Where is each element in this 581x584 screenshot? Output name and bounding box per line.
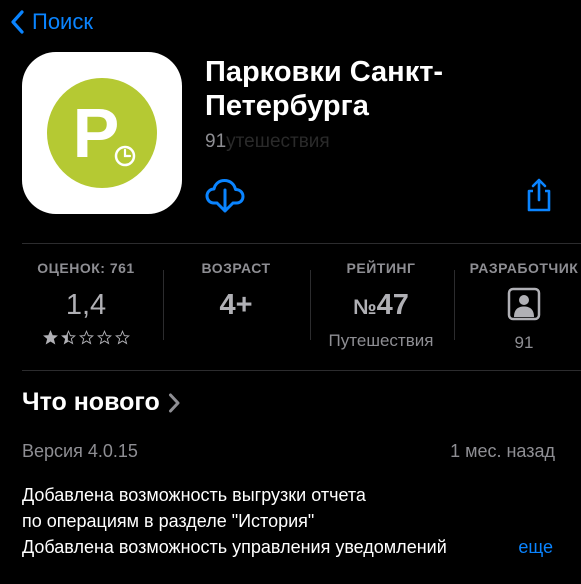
back-label: Поиск	[32, 9, 93, 34]
stat-ratings: ОЦЕНОК: 761 1,4	[20, 260, 152, 355]
parking-letter: P	[73, 94, 120, 172]
stat-developer-name: 91	[514, 333, 534, 352]
app-icon: P	[22, 52, 182, 214]
stat-developer[interactable]: РАЗРАБОТЧИК 91	[462, 260, 581, 355]
share-button[interactable]	[525, 178, 553, 217]
whats-new-heading[interactable]: Что нового	[22, 388, 180, 417]
app-subtitle-faded: утешествия	[226, 131, 330, 152]
stat-ratings-label: ОЦЕНОК: 761	[37, 260, 135, 276]
stat-age: ВОЗРАСТ 4+	[170, 260, 302, 355]
chevron-right-icon	[168, 393, 180, 412]
star-half-icon	[60, 330, 76, 345]
parking-logo-icon: P	[47, 78, 157, 188]
whats-new-title: Что нового	[22, 388, 160, 416]
stat-separator	[454, 270, 455, 340]
release-note-line: по операциям в разделе "История"	[22, 511, 315, 531]
star-empty-icon	[114, 330, 130, 345]
release-note-line: Добавлена возможность управления уведомл…	[22, 537, 447, 557]
stat-separator	[163, 270, 164, 340]
stat-age-value: 4+	[219, 289, 253, 321]
stat-chart-value: №47	[353, 288, 409, 325]
cloud-download-icon	[205, 179, 245, 213]
stat-separator	[310, 270, 311, 340]
star-empty-icon	[96, 330, 112, 345]
app-title: Парковки Санкт-Петербурга	[205, 56, 444, 122]
developer-person-icon	[506, 286, 542, 327]
stats-bar[interactable]: ОЦЕНОК: 761 1,4 ВОЗРАСТ 4+ РЕЙТИНГ №47 П…	[0, 245, 581, 370]
download-button[interactable]	[205, 178, 245, 219]
release-notes: Добавлена возможность выгрузки отчета по…	[22, 482, 562, 560]
stat-developer-label: РАЗРАБОТЧИК	[469, 260, 579, 276]
more-link[interactable]: еще	[488, 534, 553, 560]
star-icon	[42, 330, 58, 345]
divider-top	[22, 243, 581, 244]
stat-chart-label: РЕЙТИНГ	[346, 260, 416, 276]
release-date: 1 мес. назад	[450, 441, 555, 461]
release-note-line: Добавлена возможность выгрузки отчета	[22, 485, 366, 505]
chevron-left-icon	[11, 10, 24, 34]
rating-stars	[42, 330, 130, 345]
divider-bottom	[22, 370, 581, 371]
stat-chart: РЕЙТИНГ №47 Путешествия	[316, 260, 446, 355]
share-icon	[527, 178, 551, 212]
app-subtitle: 91утешествия	[205, 131, 330, 153]
stat-chart-number: 47	[376, 289, 409, 321]
back-button[interactable]: Поиск	[10, 6, 93, 38]
stat-chart-category: Путешествия	[328, 331, 434, 350]
version-label: Версия 4.0.15	[22, 441, 138, 461]
stat-chart-prefix: №	[353, 296, 377, 319]
stat-age-label: ВОЗРАСТ	[201, 260, 271, 276]
app-subtitle-visible: 91	[205, 131, 227, 152]
stat-ratings-value: 1,4	[65, 289, 107, 321]
star-empty-icon	[78, 330, 94, 345]
